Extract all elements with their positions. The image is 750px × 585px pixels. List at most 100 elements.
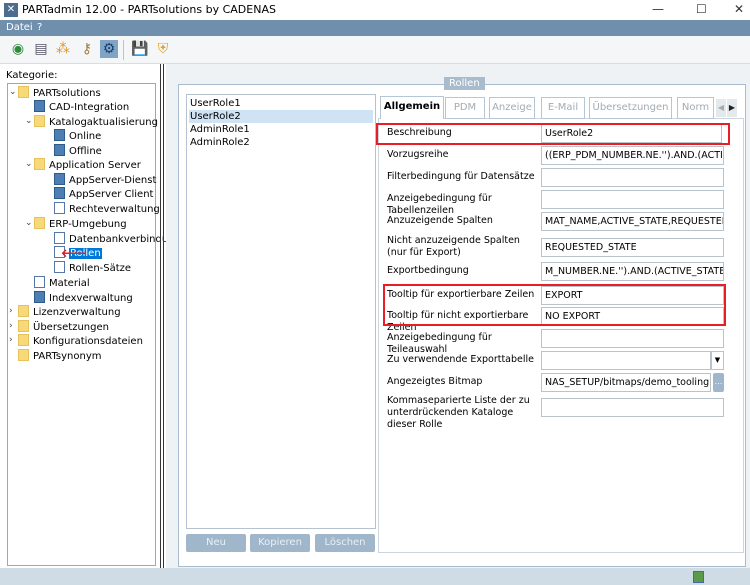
menu-datei[interactable]: Datei [6, 22, 33, 33]
tree-item[interactable]: Indexverwaltung [34, 291, 133, 305]
role-list-item-selected[interactable]: UserRole2 [189, 110, 373, 123]
field-input[interactable]: ((ERP_PDM_NUMBER.NE.'').AND.(ACTIVE_STA [541, 146, 724, 165]
tab-scroll-right-icon[interactable]: ▶ [727, 99, 737, 117]
shield-icon[interactable]: ⛨ [154, 40, 172, 58]
close-button[interactable]: ✕ [734, 2, 744, 16]
title-bar: ✕ PARTadmin 12.00 - PARTsolutions by CAD… [0, 0, 750, 20]
tree-item[interactable]: PARTsolutions [18, 86, 101, 100]
field-input[interactable]: REQUESTED_STATE [541, 238, 724, 257]
field-input[interactable]: NAS_SETUP/bitmaps/demo_tooling.bmp [541, 373, 711, 392]
tree-item-label: Online [69, 131, 102, 142]
tree-item-label: Übersetzungen [33, 322, 109, 333]
tree-item[interactable]: Material [34, 276, 90, 290]
field-label: Exportbedingung [387, 265, 469, 276]
field-input[interactable] [541, 398, 724, 417]
folder-icon [18, 334, 29, 346]
field-label: Filterbedingung für Datensätze [387, 171, 535, 182]
field-label: Angezeigtes Bitmap [387, 376, 483, 387]
settings-gear-icon[interactable]: ⚙ [100, 40, 118, 58]
folder-icon [18, 320, 29, 332]
field-input[interactable] [541, 168, 724, 187]
category-label: Kategorie: [6, 70, 58, 81]
browse-button[interactable]: … [713, 373, 724, 392]
gear-icon [34, 291, 45, 303]
status-bar [0, 568, 750, 585]
role-list-item[interactable]: AdminRole1 [189, 123, 373, 136]
tab-anzeige[interactable]: Anzeige [489, 97, 535, 119]
refresh-globe-icon[interactable]: ◉ [9, 40, 27, 58]
highlight-box [383, 284, 726, 326]
folder-icon [18, 86, 29, 98]
tab-allgemein[interactable]: Allgemein [380, 96, 444, 119]
tab-pdm[interactable]: PDM [445, 97, 485, 119]
tree-item[interactable]: Übersetzungen [18, 320, 109, 334]
menu-help[interactable]: ? [37, 22, 42, 33]
tree-item[interactable]: Katalogaktualisierung [34, 115, 158, 129]
tree-item[interactable]: AppServer-Dienst [54, 173, 156, 187]
tree-item[interactable]: Offline [54, 144, 102, 158]
folder-icon [34, 217, 45, 229]
save-icon[interactable]: 💾 [131, 40, 149, 58]
field-input[interactable]: M_NUMBER.NE.'').AND.(ACTIVE_STATE.EQ.1)) [541, 262, 724, 281]
tree-item[interactable]: Rechteverwaltung [54, 202, 160, 216]
gear-icon [54, 129, 65, 141]
tree-item-label: Application Server [49, 160, 141, 171]
tree-item-label: Rollen-Sätze [69, 263, 132, 274]
highlight-box [376, 123, 730, 145]
minimize-button[interactable]: — [652, 2, 664, 16]
tree-item-label: Lizenzverwaltung [33, 307, 121, 318]
collapse-chevron-icon[interactable]: ⌄ [25, 159, 33, 169]
tab-email[interactable]: E-Mail [541, 97, 585, 119]
field-input[interactable] [541, 351, 711, 370]
tab-norm[interactable]: Norm [677, 97, 714, 119]
collapse-chevron-icon[interactable]: ⌄ [25, 116, 33, 126]
collapse-chevron-icon[interactable]: ⌄ [25, 218, 33, 228]
role-list-item[interactable]: UserRole1 [189, 97, 373, 110]
field-input[interactable] [541, 329, 724, 348]
maximize-button[interactable]: ☐ [696, 2, 707, 16]
app-icon: ✕ [4, 3, 18, 17]
field-label: Anzuzeigende Spalten [387, 215, 493, 226]
tree-item[interactable]: CAD-Integration [34, 100, 129, 114]
role-list[interactable]: UserRole1 UserRole2 AdminRole1 AdminRole… [186, 94, 376, 529]
delete-button[interactable]: Löschen [315, 534, 375, 552]
gear-icon [54, 173, 65, 185]
gear-icon [54, 187, 65, 199]
tree-item-label: AppServer Client [69, 189, 154, 200]
expand-chevron-icon[interactable]: › [9, 335, 13, 345]
gear-icon [54, 144, 65, 156]
field-label: Zu verwendende Exporttabelle [387, 354, 534, 365]
field-label: Vorzugsreihe [387, 149, 449, 160]
expand-chevron-icon[interactable]: › [9, 321, 13, 331]
dropdown-arrow-icon[interactable]: ▼ [711, 351, 724, 370]
tree-item-label: PARTsolutions [33, 88, 101, 99]
splitter[interactable] [160, 64, 164, 568]
tree-item-label: CAD-Integration [49, 102, 130, 113]
toolbar: ◉ ▤ ⁂ ⚷ ⚙ 💾 ⛨ [0, 36, 750, 64]
tab-scroll-left-icon[interactable]: ◀ [716, 99, 726, 117]
field-input[interactable] [541, 190, 724, 209]
status-app-icon [693, 571, 704, 583]
field-input[interactable]: MAT_NAME,ACTIVE_STATE,REQUESTED_STATE [541, 212, 724, 231]
tree-item[interactable]: Lizenzverwaltung [18, 305, 121, 319]
tree-item-label: Konfigurationsdateien [33, 336, 143, 347]
role-list-item[interactable]: AdminRole2 [189, 136, 373, 149]
expand-chevron-icon[interactable]: › [9, 306, 13, 316]
tree-item[interactable]: ERP-Umgebung [34, 217, 127, 231]
new-button[interactable]: Neu [186, 534, 246, 552]
window-title: PARTadmin 12.00 - PARTsolutions by CADEN… [22, 3, 276, 16]
category-tree[interactable]: ⌄ PARTsolutions CAD-Integration ⌄ Katalogakt… [7, 83, 181, 566]
copy-button[interactable]: Kopieren [250, 534, 310, 552]
tree-item[interactable]: Konfigurationsdateien [18, 334, 143, 348]
tree-item[interactable]: Online [54, 129, 101, 143]
tree-item[interactable]: PARTsynonym [18, 349, 102, 363]
server-icon[interactable]: ▤ [32, 40, 50, 58]
tab-uebersetzungen[interactable]: Übersetzungen [589, 97, 672, 119]
tree-item-label: Rechteverwaltung [69, 204, 160, 215]
keys-icon[interactable]: ⚷ [78, 40, 96, 58]
tree-item[interactable]: AppServer Client [54, 187, 153, 201]
tree-item[interactable]: Application Server [34, 158, 141, 172]
tree-item-label: Katalogaktualisierung [49, 117, 158, 128]
hierarchy-icon[interactable]: ⁂ [54, 40, 72, 58]
collapse-chevron-icon[interactable]: ⌄ [9, 87, 17, 97]
